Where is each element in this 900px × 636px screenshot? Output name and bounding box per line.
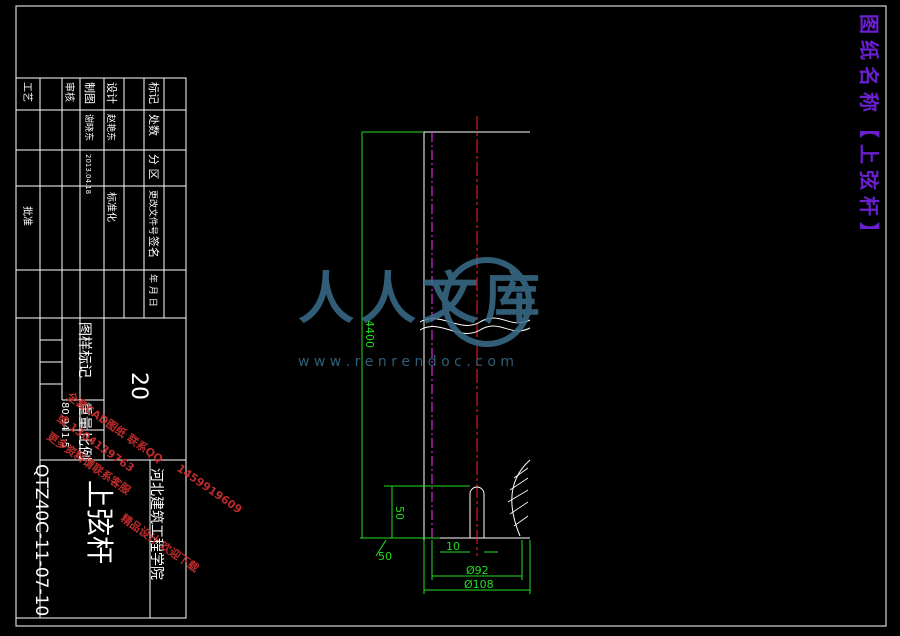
- watermark-logo-text: 人人文库: [298, 267, 546, 332]
- label-biaoji: 标记: [147, 82, 161, 104]
- zhitu-date: 2013.04.18: [84, 154, 92, 194]
- vertical-title: 图纸名称【上弦杆】: [857, 14, 881, 248]
- label-chushu: 处数: [147, 114, 160, 136]
- label-gengwenjian: 更改文件号: [147, 190, 159, 235]
- company-name: 河北建筑工程学院: [148, 468, 164, 580]
- label-biaozhunhua: 标准化: [105, 192, 118, 222]
- label-tuyang: 图样标记: [76, 322, 92, 378]
- label-pizhun: 批准: [21, 206, 34, 226]
- dim-slot-width: 10: [446, 540, 460, 553]
- dim-outer-dia: Ø108: [464, 578, 494, 591]
- label-gongyi: 工艺: [21, 82, 33, 102]
- label-sheji: 设计: [105, 82, 118, 104]
- part-name: 上弦杆: [83, 480, 116, 564]
- label-fenqu: 分 区: [147, 154, 160, 180]
- label-nianyueri: 年 月 日: [147, 274, 159, 307]
- dim-inner-dia: Ø92: [466, 564, 489, 577]
- sheji-name: 赵艳东: [105, 114, 117, 141]
- watermark-url: w w w . r e n r e n d o c . c o m: [298, 354, 514, 370]
- dim-slot-depth: 50: [393, 506, 406, 520]
- label-shenhe: 审核: [63, 82, 76, 102]
- sheet-number: 20: [126, 372, 151, 400]
- dim-weld: 50: [378, 550, 392, 563]
- cad-drawing: 图纸名称【上弦杆】 标记 处数 分 区 更改文件号 签名 年 月 日 设计 赵艳…: [15, 5, 887, 627]
- label-zhitu: 制图: [83, 82, 96, 104]
- zhitu-name: 谢晓东: [83, 114, 95, 141]
- stamp-overlay: 全套CAD图纸 联系QQ 1459919609 或 1304139763 更多资…: [44, 388, 244, 575]
- watermark: 人人文库 w w w . r e n r e n d o c . c o m: [298, 257, 546, 370]
- label-qianming: 签名: [147, 236, 161, 258]
- stamp-line2: 1459919609: [174, 462, 244, 517]
- drawing-number: QTZ40C-11-07-10: [31, 464, 51, 616]
